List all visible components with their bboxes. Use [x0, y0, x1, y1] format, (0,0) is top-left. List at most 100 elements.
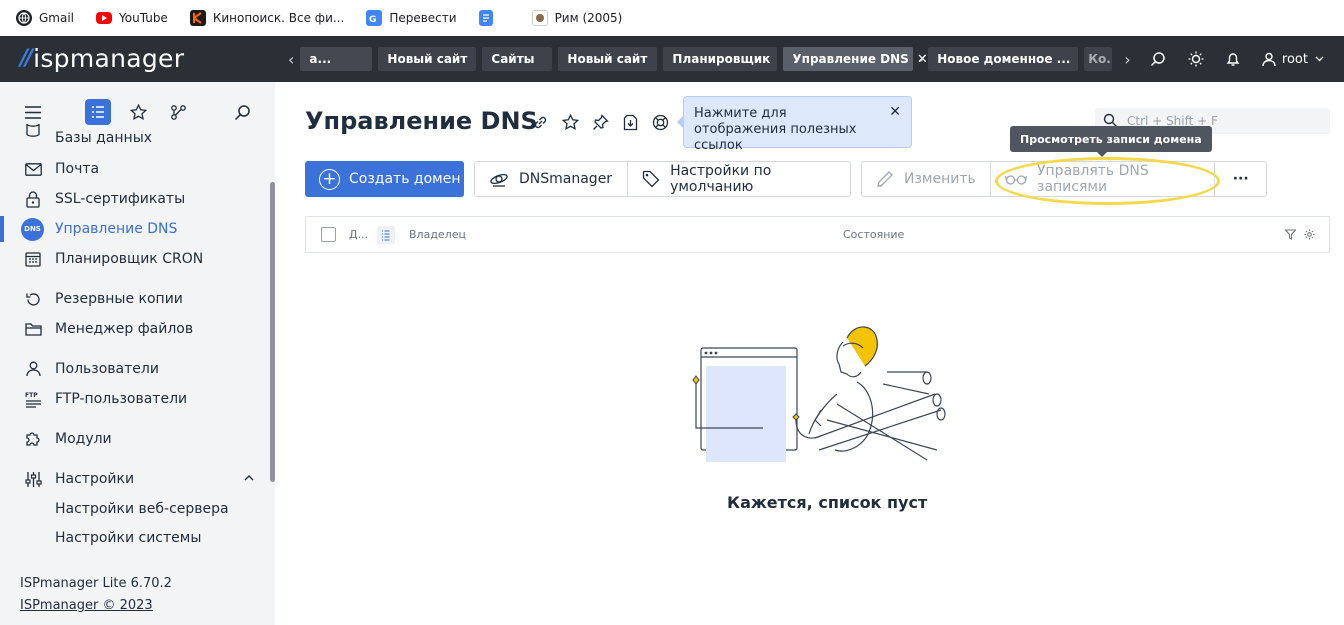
tab-dns-active[interactable]: Управление DNS ✕: [783, 47, 928, 71]
satellite-icon: [489, 170, 509, 188]
sidebar-item-users[interactable]: Пользователи: [0, 354, 270, 384]
tabs-prev-icon[interactable]: ‹: [282, 50, 300, 69]
sidebar-item-webserver-settings[interactable]: Настройки веб-сервера: [0, 494, 270, 524]
tab-5[interactable]: Планировщик: [663, 47, 778, 71]
create-domain-button[interactable]: + Создать домен: [305, 161, 464, 197]
logo[interactable]: // ispmanager: [20, 44, 184, 73]
search-icon[interactable]: [229, 99, 255, 125]
page-title-actions: [531, 113, 681, 131]
theme-sun-icon[interactable]: [1188, 51, 1204, 67]
bookmark-gmail[interactable]: Gmail: [16, 10, 74, 26]
tag-icon: [642, 170, 660, 188]
flow-icon[interactable]: [165, 99, 191, 125]
tab-label: Новый сайт: [567, 52, 648, 66]
sidebar-item-settings[interactable]: Настройки: [0, 464, 270, 494]
link-icon[interactable]: [531, 113, 549, 131]
list-view-icon[interactable]: [85, 99, 111, 125]
sidebar-item-ssl[interactable]: SSL-сертификаты: [0, 184, 270, 214]
sidebar-item-databases[interactable]: Базы данных: [0, 124, 270, 148]
tab-1[interactable]: а...: [300, 47, 373, 71]
settings-sliders-icon: [24, 470, 42, 488]
star-icon[interactable]: [561, 113, 579, 131]
sidebar-item-label: Настройки системы: [55, 530, 202, 546]
copyright-link[interactable]: ISPmanager © 2023: [20, 598, 153, 613]
toolbar-group-dns: DNSmanager Настройки по умолчанию: [474, 161, 851, 197]
sidebar-item-mail[interactable]: Почта: [0, 154, 270, 184]
svg-text:FTP: FTP: [25, 392, 38, 399]
backup-icon: [24, 290, 42, 308]
tab-label: Планировщик: [672, 52, 771, 66]
empty-list-text: Кажется, список пуст: [727, 493, 928, 512]
default-settings-button[interactable]: Настройки по умолчанию: [627, 162, 850, 196]
sidebar-item-backups[interactable]: Резервные копии: [0, 284, 270, 314]
bookmark-kinopoisk[interactable]: Кинопоиск. Все фи...: [189, 10, 344, 26]
hint-text: Нажмите для отображения полезных ссылок: [694, 106, 857, 153]
chevron-up-icon[interactable]: [244, 474, 254, 481]
tab-label: Сайты: [491, 52, 535, 66]
user-menu[interactable]: root: [1262, 52, 1324, 67]
useful-links-hint: Нажмите для отображения полезных ссылок …: [677, 96, 912, 153]
column-domain[interactable]: Д...: [349, 228, 368, 241]
tab-8[interactable]: Ко...: [1084, 47, 1113, 71]
chevron-down-icon: [1315, 56, 1324, 62]
dns-icon: DNS: [21, 217, 44, 241]
gear-icon[interactable]: [1304, 229, 1315, 240]
sidebar: Базы данных Почта SSL-сертификаты DNS Уп…: [0, 82, 275, 625]
empty-list-illustration: [692, 326, 946, 462]
plus-circle-icon: +: [319, 168, 340, 190]
tab-7[interactable]: Новое доменное ...: [928, 47, 1079, 71]
bell-icon[interactable]: [1226, 51, 1240, 67]
svg-text:G: G: [369, 15, 376, 24]
ftp-icon: FTP: [24, 390, 42, 408]
sidebar-item-ftp[interactable]: FTP FTP-пользователи: [0, 384, 270, 414]
sidebar-item-modules[interactable]: Модули: [0, 424, 270, 454]
sidebar-item-cron[interactable]: Планировщик CRON: [0, 244, 270, 274]
menu-icon[interactable]: [20, 99, 46, 125]
bookmark-youtube[interactable]: YouTube: [96, 11, 168, 25]
sidebar-item-dns[interactable]: DNS Управление DNS: [0, 214, 270, 244]
bookmark-docs[interactable]: [478, 10, 500, 26]
page-title: Управление DNS: [305, 107, 538, 135]
table-header: Д... Владелец Состояние: [305, 216, 1330, 253]
column-owner[interactable]: Владелец: [409, 228, 466, 241]
sidebar-item-label: Настройки веб-сервера: [55, 501, 229, 517]
bookmark-label: YouTube: [119, 11, 168, 25]
select-all-checkbox[interactable]: [321, 227, 336, 242]
youtube-icon: [96, 12, 113, 24]
user-icon: [1262, 52, 1276, 67]
close-icon[interactable]: ✕: [889, 104, 901, 120]
lock-icon: [24, 190, 42, 208]
default-settings-label: Настройки по умолчанию: [670, 163, 772, 195]
bookmark-film[interactable]: Рим (2005): [531, 10, 623, 26]
tab-label: а...: [309, 52, 332, 66]
sidebar-item-label: Пользователи: [55, 361, 159, 377]
translate-icon: G: [366, 10, 383, 26]
bookmark-translate[interactable]: G Перевести: [366, 10, 457, 26]
pin-icon[interactable]: [591, 113, 609, 131]
sidebar-item-system-settings[interactable]: Настройки системы: [0, 523, 270, 553]
more-actions-button[interactable]: ···: [1214, 162, 1266, 196]
sort-list-icon[interactable]: [377, 226, 395, 244]
header-actions: root: [1128, 36, 1324, 82]
tab-label: Новое доменное ...: [937, 52, 1071, 66]
edit-button[interactable]: Изменить: [862, 162, 990, 196]
download-doc-icon[interactable]: [621, 113, 639, 131]
logo-text: ispmanager: [33, 44, 185, 73]
main-content: Управление DNS Нажмите для отображения п…: [275, 82, 1344, 625]
bookmark-label: Рим (2005): [554, 11, 623, 25]
dnsmanager-button[interactable]: DNSmanager: [475, 162, 627, 196]
filter-icon[interactable]: [1285, 229, 1296, 240]
pencil-icon: [876, 170, 894, 188]
lifebuoy-icon[interactable]: [651, 113, 669, 131]
tab-2[interactable]: Новый сайт: [378, 47, 477, 71]
sidebar-item-label: Резервные копии: [55, 291, 183, 307]
search-icon[interactable]: [1150, 51, 1166, 67]
bookmarks-bar: Gmail YouTube Кинопоиск. Все фи... G Пер…: [0, 0, 1344, 36]
star-icon[interactable]: [125, 99, 151, 125]
film-icon: [531, 10, 548, 26]
highlight-annotation: [995, 157, 1220, 205]
column-status[interactable]: Состояние: [843, 228, 904, 241]
sidebar-item-files[interactable]: Менеджер файлов: [0, 314, 270, 344]
tab-4[interactable]: Новый сайт: [558, 47, 658, 71]
tab-3[interactable]: Сайты: [482, 47, 553, 71]
